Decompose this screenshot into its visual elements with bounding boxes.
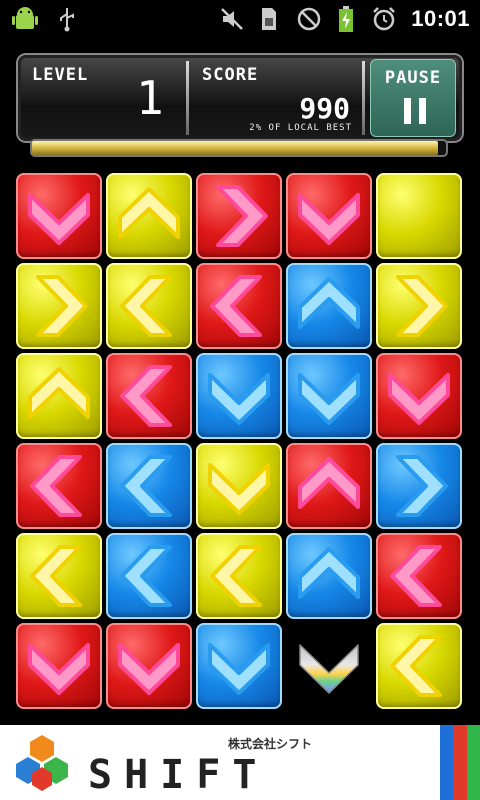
chevron-left-icon <box>210 275 262 337</box>
level-label: LEVEL <box>32 65 89 85</box>
tile-yellow-left[interactable] <box>16 533 102 619</box>
tile-yellow-up[interactable] <box>106 173 192 259</box>
tile-blue-down[interactable] <box>196 623 282 709</box>
tile-red-down[interactable] <box>16 623 102 709</box>
usb-icon <box>55 5 79 33</box>
tile-red-left[interactable] <box>106 353 192 439</box>
tile-red-down[interactable] <box>106 623 192 709</box>
chevron-left-icon <box>30 545 82 607</box>
tile-blue-up[interactable] <box>286 533 372 619</box>
no-signal-icon <box>295 5 323 33</box>
tile-red-left[interactable] <box>376 533 462 619</box>
chevron-down-icon <box>28 643 90 695</box>
tile-yellow-left[interactable] <box>196 533 282 619</box>
tile-blue-down[interactable] <box>286 353 372 439</box>
local-best-text: 2% OF LOCAL BEST <box>249 123 352 133</box>
tile-yellow-down[interactable] <box>196 443 282 529</box>
hud-divider <box>186 61 189 135</box>
shift-logo-icon <box>16 735 68 791</box>
chevron-down-icon <box>388 373 450 425</box>
tile-red-down[interactable] <box>16 173 102 259</box>
chevron-right-icon <box>396 275 448 337</box>
game-board[interactable] <box>16 173 466 713</box>
chevron-left-icon <box>390 545 442 607</box>
score-value: 990 <box>299 92 350 125</box>
tile-rainbow-down[interactable] <box>286 623 372 709</box>
tile-yellow-up[interactable] <box>16 353 102 439</box>
level-value: 1 <box>136 71 164 125</box>
chevron-left-icon <box>120 455 172 517</box>
tile-blue-up[interactable] <box>286 263 372 349</box>
score-panel: LEVEL 1 SCORE 990 2% OF LOCAL BEST PAUSE <box>18 55 462 141</box>
tile-yellow-blank[interactable] <box>376 173 462 259</box>
tile-red-left[interactable] <box>196 263 282 349</box>
brand-name: SHIFT <box>88 752 269 798</box>
tile-yellow-left[interactable] <box>376 623 462 709</box>
chevron-down-icon <box>118 643 180 695</box>
chevron-up-icon <box>28 367 90 419</box>
mute-icon <box>218 5 246 33</box>
alarm-icon <box>370 5 398 33</box>
chevron-down-icon <box>299 644 359 694</box>
pause-icon <box>402 98 428 124</box>
battery-charging-icon <box>335 5 357 33</box>
chevron-up-icon <box>118 187 180 239</box>
tile-yellow-left[interactable] <box>106 263 192 349</box>
chevron-up-icon <box>298 277 360 329</box>
clock-time: 10:01 <box>411 6 470 31</box>
chevron-down-icon <box>298 193 360 245</box>
chevron-down-icon <box>208 373 270 425</box>
pause-label: PAUSE <box>384 68 442 88</box>
tile-red-down[interactable] <box>376 353 462 439</box>
tile-red-left[interactable] <box>16 443 102 529</box>
level-progress-fill <box>32 141 438 155</box>
brand-stripe <box>453 725 467 800</box>
brand-stripes <box>440 725 480 800</box>
tile-blue-down[interactable] <box>196 353 282 439</box>
chevron-left-icon <box>210 545 262 607</box>
chevron-left-icon <box>30 455 82 517</box>
tile-blue-left[interactable] <box>106 443 192 529</box>
score-label: SCORE <box>202 65 259 85</box>
tile-blue-left[interactable] <box>106 533 192 619</box>
chevron-right-icon <box>396 455 448 517</box>
sim-icon <box>258 5 280 33</box>
chevron-right-icon <box>36 275 88 337</box>
chevron-down-icon <box>208 643 270 695</box>
chevron-left-icon <box>120 545 172 607</box>
chevron-up-icon <box>298 457 360 509</box>
brand-stripe <box>440 725 454 800</box>
tile-red-right[interactable] <box>196 173 282 259</box>
android-icon <box>10 5 40 33</box>
chevron-up-icon <box>298 547 360 599</box>
chevron-right-icon <box>216 185 268 247</box>
chevron-left-icon <box>390 635 442 697</box>
chevron-down-icon <box>28 193 90 245</box>
hud-divider <box>362 61 365 135</box>
pause-button[interactable]: PAUSE <box>370 59 456 137</box>
chevron-down-icon <box>208 463 270 515</box>
chevron-left-icon <box>120 365 172 427</box>
brand-stripe <box>466 725 480 800</box>
tile-blue-right[interactable] <box>376 443 462 529</box>
company-name-jp: 株式会社シフト <box>228 737 313 751</box>
tile-red-up[interactable] <box>286 443 372 529</box>
chevron-left-icon <box>120 275 172 337</box>
tile-yellow-right[interactable] <box>16 263 102 349</box>
tile-red-down[interactable] <box>286 173 372 259</box>
status-bar: 10:01 <box>0 0 480 38</box>
chevron-down-icon <box>298 373 360 425</box>
tile-yellow-right[interactable] <box>376 263 462 349</box>
level-progress-bar <box>32 141 446 155</box>
